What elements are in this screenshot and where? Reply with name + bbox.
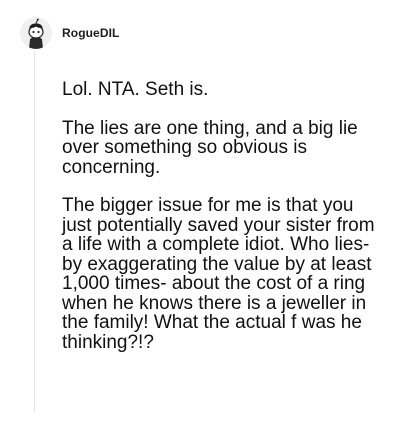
avatar[interactable]: [20, 17, 52, 49]
comment-body: Lol. NTA. Seth is. The lies are one thin…: [62, 80, 382, 371]
comment-paragraph: The lies are one thing, and a big lie ov…: [62, 117, 358, 178]
username[interactable]: RogueDIL: [62, 26, 119, 40]
thread-line[interactable]: [34, 50, 35, 412]
comment-header: RogueDIL: [20, 15, 119, 51]
snoo-avatar-icon: [20, 17, 52, 49]
comment-paragraph: The bigger issue for me is that you just…: [62, 195, 375, 353]
comment-card: RogueDIL Lol. NTA. Seth is. The lies are…: [0, 0, 400, 429]
comment-paragraph: Lol. NTA. Seth is.: [62, 79, 209, 100]
